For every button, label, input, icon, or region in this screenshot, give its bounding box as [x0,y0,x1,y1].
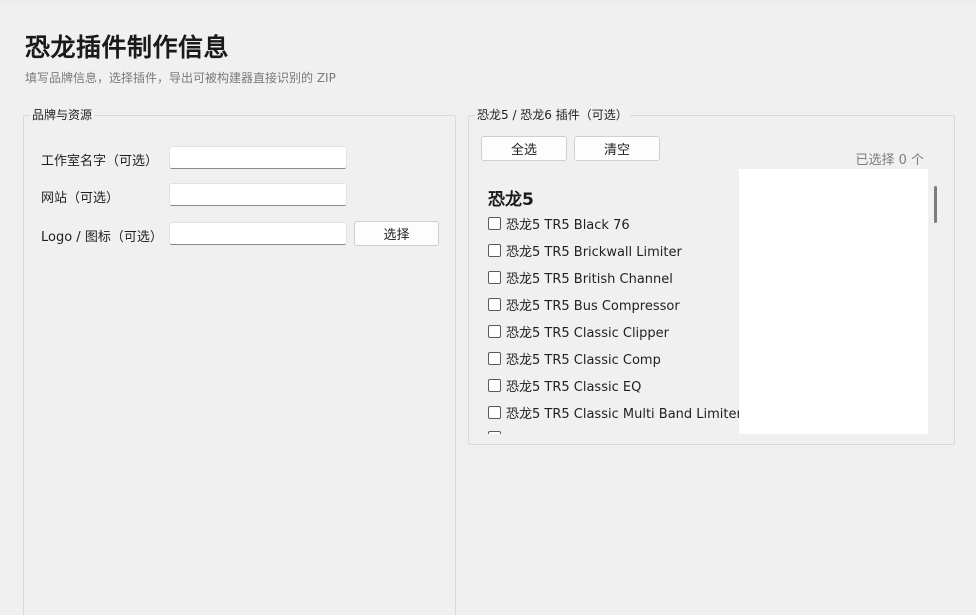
checkbox[interactable] [488,324,501,338]
checkbox[interactable] [488,216,501,230]
plugins-legend: 恐龙5 / 恐龙6 插件（可选） [475,108,630,122]
plugin-checkbox-item-partial[interactable] [488,427,506,434]
plugin-label: 恐龙5 TR5 Black 76 [506,217,630,233]
plugin-list[interactable]: 恐龙5 恐龙5 TR5 Black 76 恐龙5 TR5 Brickwall L… [479,169,739,434]
choose-logo-button[interactable]: 选择 [354,221,439,246]
plugin-label: 恐龙5 TR5 Bus Compressor [506,298,680,314]
plugin-checkbox-item[interactable]: 恐龙5 TR5 Classic Comp [488,348,661,368]
studio-name-label: 工作室名字（可选） [41,154,159,169]
selected-count: 已选择 0 个 [855,153,924,168]
checkbox[interactable] [488,297,501,311]
studio-name-input[interactable] [169,146,347,169]
brand-resources-legend: 品牌与资源 [30,108,95,122]
clear-button[interactable]: 清空 [574,136,660,161]
select-all-button[interactable]: 全选 [481,136,567,161]
page-subtitle: 填写品牌信息，选择插件，导出可被构建器直接识别的 ZIP [25,71,336,85]
checkbox[interactable] [488,430,501,434]
plugin-label: 恐龙5 TR5 Classic Clipper [506,325,670,341]
plugin-checkbox-item[interactable]: 恐龙5 TR5 Classic EQ [488,375,641,395]
plugin-checkbox-item[interactable]: 恐龙5 TR5 Brickwall Limiter [488,240,682,260]
website-input[interactable] [169,183,347,206]
plugin-checkbox-item[interactable]: 恐龙5 TR5 Black 76 [488,213,630,233]
checkbox[interactable] [488,405,501,419]
plugin-label: 恐龙5 TR5 Classic Multi Band Limiter [506,406,739,422]
plugin-checkbox-item[interactable]: 恐龙5 TR5 Classic Clipper [488,321,669,341]
checkbox[interactable] [488,351,501,365]
plugins-group: 恐龙5 / 恐龙6 插件（可选） 全选 清空 已选择 0 个 恐龙5 恐龙5 T… [468,108,955,445]
brand-resources-group: 品牌与资源 工作室名字（可选） 网站（可选） Logo / 图标（可选） 选择 [23,108,456,615]
plugin-label: 恐龙5 TR5 Classic EQ [506,379,642,395]
scrollbar-thumb[interactable] [934,186,937,223]
plugin-label: 恐龙5 TR5 British Channel [506,271,673,287]
plugin-label: 恐龙5 TR5 Brickwall Limiter [506,244,682,260]
plugin-checkbox-item[interactable]: 恐龙5 TR5 British Channel [488,267,673,287]
logo-path-input[interactable] [169,222,347,245]
checkbox[interactable] [488,270,501,284]
logo-icon-label: Logo / 图标（可选） [41,230,163,245]
checkbox[interactable] [488,243,501,257]
plugin-label: 恐龙5 TR5 Classic Comp [506,352,661,368]
plugin-detail-panel [739,169,928,434]
section-heading: 恐龙5 [488,190,534,210]
page-title: 恐龙插件制作信息 [25,33,230,62]
plugin-checkbox-item[interactable]: 恐龙5 TR5 Classic Multi Band Limiter [488,402,739,422]
website-label: 网站（可选） [41,191,120,206]
plugin-checkbox-item[interactable]: 恐龙5 TR5 Bus Compressor [488,294,680,314]
window-top-strip [0,0,976,5]
checkbox[interactable] [488,378,501,392]
